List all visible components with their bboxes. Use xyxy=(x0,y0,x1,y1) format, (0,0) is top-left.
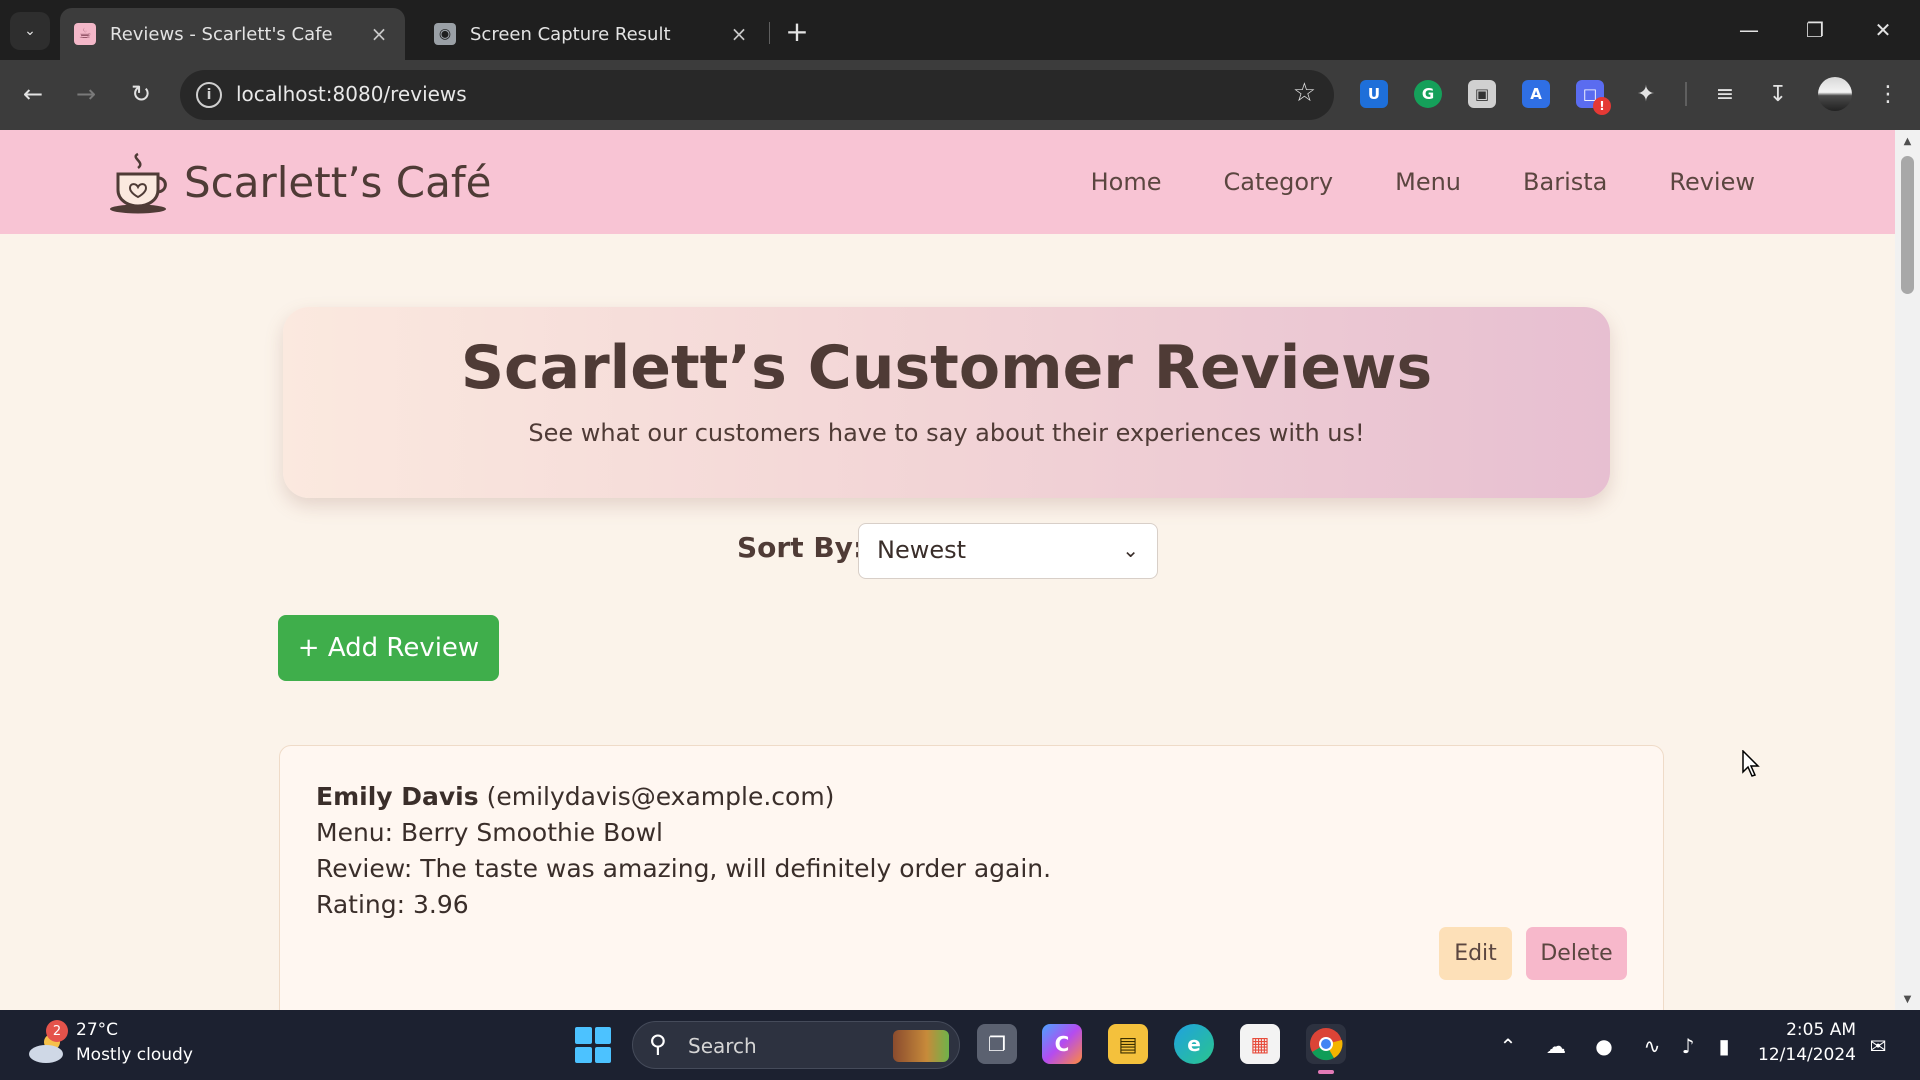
edge-browser-icon[interactable]: e xyxy=(1174,1024,1214,1064)
onedrive-cloud-icon[interactable]: ☁ xyxy=(1542,1032,1570,1060)
file-explorer-icon[interactable]: ▤ xyxy=(1108,1024,1148,1064)
reload-icon[interactable]: ↻ xyxy=(121,74,161,114)
clock-time[interactable]: 2:05 AM xyxy=(1756,1020,1856,1040)
nav-barista[interactable]: Barista xyxy=(1523,168,1607,196)
scroll-down-arrow-icon[interactable]: ▼ xyxy=(1895,990,1920,1008)
notification-bell-icon[interactable]: ✉ xyxy=(1864,1032,1892,1060)
mouse-cursor-icon xyxy=(1742,750,1760,777)
tab-search-button[interactable]: ⌄ xyxy=(10,12,50,50)
minimize-icon[interactable]: — xyxy=(1724,10,1774,50)
chevron-up-icon[interactable]: ⌃ xyxy=(1494,1032,1522,1060)
clock-date[interactable]: 12/14/2024 xyxy=(1756,1045,1856,1065)
restore-icon[interactable]: ❐ xyxy=(1790,10,1840,50)
extension-alert-icon[interactable]: □! xyxy=(1576,80,1611,115)
weather-alert-badge: 2 xyxy=(46,1020,68,1042)
tab-divider xyxy=(769,22,770,44)
scroll-up-arrow-icon[interactable]: ▲ xyxy=(1895,132,1920,150)
scrollbar-thumb[interactable] xyxy=(1901,156,1914,294)
close-window-icon[interactable]: ✕ xyxy=(1858,10,1908,50)
microsoft-store-icon[interactable]: ▦ xyxy=(1240,1024,1280,1064)
review-author-email: (emilydavis@example.com) xyxy=(486,782,835,811)
nav-home[interactable]: Home xyxy=(1091,168,1162,196)
page-viewport: Scarlett’s Café Home Category Menu Baris… xyxy=(0,130,1895,1010)
edit-review-button[interactable]: Edit xyxy=(1439,927,1512,980)
volume-icon[interactable]: ♪ xyxy=(1674,1032,1702,1060)
windows-start-icon[interactable] xyxy=(575,1027,611,1063)
review-author-line: Emily Davis (emilydavis@example.com) xyxy=(316,782,834,811)
taskbar-search[interactable]: ⚲ Search xyxy=(632,1021,960,1069)
nav-category[interactable]: Category xyxy=(1223,168,1333,196)
review-menu: Menu: Berry Smoothie Bowl xyxy=(316,818,663,847)
profile-avatar[interactable] xyxy=(1818,77,1852,111)
nav-menu[interactable]: Menu xyxy=(1395,168,1461,196)
back-arrow-icon[interactable]: ← xyxy=(13,74,53,114)
media-playlist-icon[interactable]: ≡ xyxy=(1709,78,1741,110)
forward-arrow-icon[interactable]: → xyxy=(66,74,106,114)
search-icon: ⚲ xyxy=(649,1030,667,1058)
review-rating: Rating: 3.96 xyxy=(316,890,469,919)
toolbar-divider xyxy=(1685,82,1687,106)
add-review-button[interactable]: + Add Review xyxy=(278,615,499,681)
site-logo[interactable]: Scarlett’s Café xyxy=(108,150,491,214)
page-subtitle: See what our customers have to say about… xyxy=(528,419,1365,447)
grammarly-icon[interactable]: G xyxy=(1414,80,1442,108)
extensions-puzzle-icon[interactable]: ✦ xyxy=(1630,78,1662,110)
weather-condition[interactable]: Mostly cloudy xyxy=(76,1045,193,1065)
main-nav: Home Category Menu Barista Review xyxy=(1029,130,1755,234)
delete-review-button[interactable]: Delete xyxy=(1526,927,1627,980)
close-tab-icon[interactable]: × xyxy=(727,22,751,46)
chrome-icon[interactable] xyxy=(1306,1024,1346,1074)
site-header: Scarlett’s Café Home Category Menu Baris… xyxy=(0,130,1895,234)
battery-icon[interactable]: ▮ xyxy=(1710,1032,1738,1060)
review-text: Review: The taste was amazing, will defi… xyxy=(316,854,1052,883)
extension-gray-icon[interactable]: ▣ xyxy=(1468,80,1496,108)
download-icon[interactable]: ↧ xyxy=(1762,78,1794,110)
sort-label: Sort By: xyxy=(737,531,865,564)
close-tab-icon[interactable]: × xyxy=(367,22,391,46)
reviews-hero-banner: Scarlett’s Customer Reviews See what our… xyxy=(283,307,1610,498)
extension-u-icon[interactable]: U xyxy=(1360,80,1388,108)
tab-reviews[interactable]: ☕ Reviews - Scarlett's Cafe × xyxy=(60,8,405,60)
tab-title: Reviews - Scarlett's Cafe xyxy=(110,23,333,45)
coffee-cup-icon xyxy=(108,150,172,214)
windows-taskbar: 2 27°C Mostly cloudy ⚲ Search ❐ C ▤ e ▦ … xyxy=(0,1010,1920,1080)
sort-selected-value: Newest xyxy=(877,536,967,564)
review-author-name: Emily Davis xyxy=(316,782,479,811)
weather-temperature[interactable]: 27°C xyxy=(76,1020,118,1040)
more-menu-icon[interactable]: ⋮ xyxy=(1872,78,1904,110)
bookmark-star-icon[interactable]: ☆ xyxy=(1293,78,1316,108)
copilot-icon[interactable]: C xyxy=(1042,1024,1082,1064)
sort-dropdown[interactable]: Newest ⌄ xyxy=(858,523,1158,579)
page-scrollbar[interactable]: ▲ ▼ xyxy=(1895,130,1920,1010)
chevron-down-icon: ⌄ xyxy=(1122,538,1139,562)
review-card: Emily Davis (emilydavis@example.com) Men… xyxy=(279,745,1664,1010)
wifi-icon[interactable]: ∿ xyxy=(1638,1032,1666,1060)
search-placeholder: Search xyxy=(688,1034,757,1058)
nav-review[interactable]: Review xyxy=(1669,168,1755,196)
tab-title: Screen Capture Result xyxy=(470,23,671,45)
cafe-favicon-icon: ☕ xyxy=(74,23,96,45)
browser-tabstrip: ⌄ ☕ Reviews - Scarlett's Cafe × ◉ Screen… xyxy=(0,0,1920,60)
alert-badge: ! xyxy=(1593,97,1611,115)
site-info-icon[interactable]: i xyxy=(196,82,222,108)
page-title: Scarlett’s Customer Reviews xyxy=(460,333,1433,403)
translate-extension-icon[interactable]: A xyxy=(1522,80,1550,108)
microphone-icon[interactable]: ● xyxy=(1590,1032,1618,1060)
address-bar[interactable]: i localhost:8080/reviews ☆ xyxy=(180,70,1334,120)
task-view-icon[interactable]: ❐ xyxy=(977,1024,1017,1064)
url-text[interactable]: localhost:8080/reviews xyxy=(236,82,467,106)
brand-name: Scarlett’s Café xyxy=(184,157,492,207)
new-tab-button[interactable]: + xyxy=(780,14,814,48)
camera-favicon-icon: ◉ xyxy=(434,23,456,45)
tab-screen-capture[interactable]: ◉ Screen Capture Result × xyxy=(420,8,765,60)
search-highlight-image xyxy=(893,1030,949,1062)
browser-toolbar: ← → ↻ i localhost:8080/reviews ☆ U G ▣ A… xyxy=(0,60,1920,130)
